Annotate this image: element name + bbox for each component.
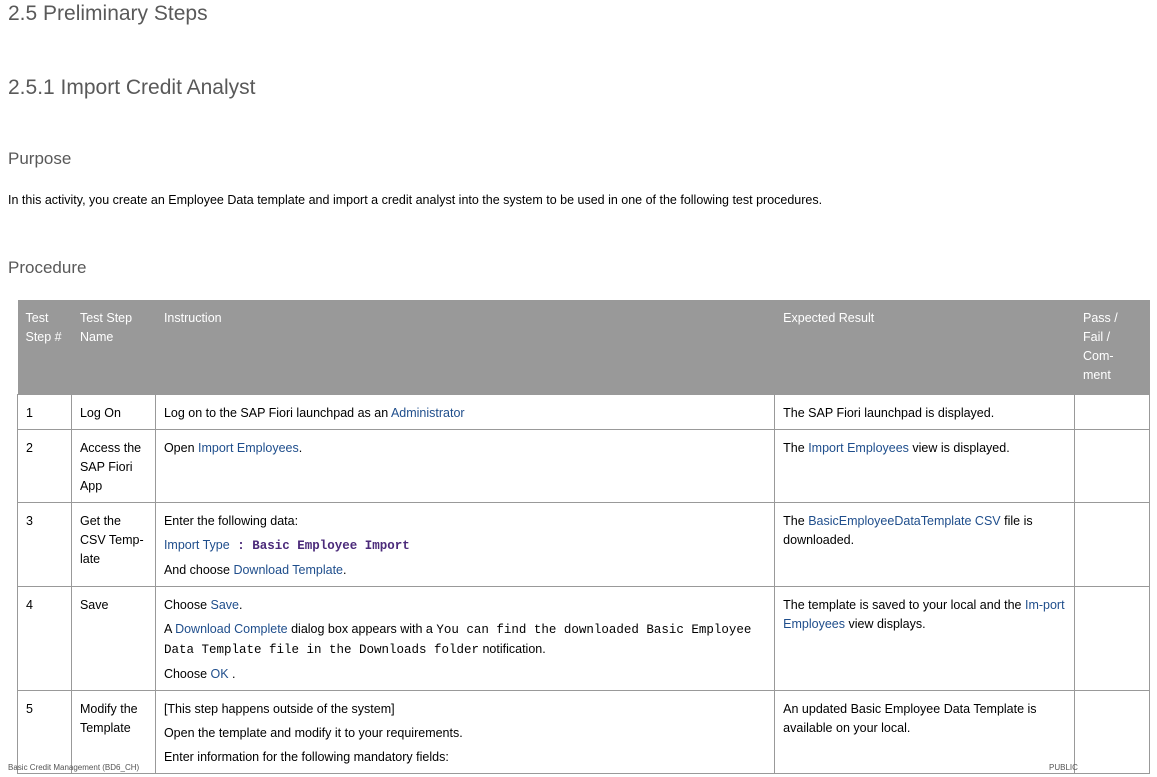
cell-name: Access the SAP Fiori App [71,430,155,503]
text-segment: . [299,441,302,455]
footer-doc-title: Basic Credit Management (BD6_CH) [8,763,139,772]
cell-expected: The BasicEmployeeDataTemplate CSV file i… [775,503,1075,587]
cell-comment [1075,691,1150,774]
header-step: Test Step # [18,300,72,395]
code-value: Basic Employee Import [252,539,410,553]
footer-classification: PUBLIC [1049,763,1078,772]
ui-element-reference: Import Employees [808,441,909,455]
text-line: Enter information for the following mand… [164,748,766,767]
subsection-heading: 2.5.1 Import Credit Analyst [8,76,255,100]
header-expected: Expected Result [775,300,1075,395]
text-segment: Choose [164,598,211,612]
cell-name: Save [71,587,155,691]
code-value: : [230,539,253,553]
text-line: The SAP Fiori launchpad is displayed. [783,404,1066,423]
cell-comment [1075,430,1150,503]
text-segment: Open [164,441,198,455]
cell-step: 5 [18,691,72,774]
cell-step: 1 [18,395,72,430]
text-segment: . [229,667,236,681]
text-segment: The [783,514,808,528]
procedure-table: Test Step # Test Step Name Instruction E… [17,300,1150,774]
text-line: An updated Basic Employee Data Template … [783,700,1066,738]
cell-instruction: Open Import Employees. [155,430,774,503]
text-line: [This step happens outside of the system… [164,700,766,719]
text-line: The template is saved to your local and … [783,596,1066,634]
text-line: Choose OK . [164,665,766,684]
ui-element-reference: Download Template [233,563,343,577]
table-row: 1Log On Log on to the SAP Fiori launchpad… [18,395,1150,430]
ui-element-reference: Import Employees [198,441,299,455]
text-segment: Open the template and modify it to your … [164,726,463,740]
table-row: 5Modify the Template [This step happens o… [18,691,1150,774]
header-name: Test Step Name [71,300,155,395]
header-instruction: Instruction [155,300,774,395]
text-line: Enter the following data: [164,512,766,531]
text-segment: . [343,563,346,577]
cell-name: Log On [71,395,155,430]
cell-comment [1075,503,1150,587]
text-segment: An updated Basic Employee Data Template … [783,702,1036,735]
header-comment: Pass / Fail / Com-ment [1075,300,1150,395]
cell-expected: The Import Employees view is displayed. [775,430,1075,503]
text-segment: Log on to the SAP Fiori launchpad as an [164,406,391,420]
cell-instruction: Enter the following data: Import Type : B… [155,503,774,587]
ui-element-reference: Save [211,598,240,612]
text-segment: The SAP Fiori launchpad is displayed. [783,406,994,420]
cell-instruction: Log on to the SAP Fiori launchpad as an … [155,395,774,430]
procedure-heading: Procedure [8,258,86,278]
text-segment: The [783,441,808,455]
ui-element-reference: Import Type [164,538,230,552]
text-line: A Download Complete dialog box appears w… [164,620,766,660]
cell-instruction: Choose Save. A Download Complete dialog b… [155,587,774,691]
cell-name: Modify the Template [71,691,155,774]
purpose-heading: Purpose [8,149,71,169]
cell-instruction: [This step happens outside of the system… [155,691,774,774]
ui-element-reference: Download Complete [175,622,288,636]
text-segment: A [164,622,175,636]
text-segment: And choose [164,563,234,577]
text-segment: . [239,598,242,612]
purpose-text: In this activity, you create an Employee… [8,193,822,207]
text-segment: Enter the following data: [164,514,298,528]
text-line: Import Type : Basic Employee Import [164,536,766,556]
text-segment: view displays. [845,617,926,631]
cell-expected: The template is saved to your local and … [775,587,1075,691]
text-line: And choose Download Template. [164,561,766,580]
cell-expected: The SAP Fiori launchpad is displayed. [775,395,1075,430]
text-segment: view is displayed. [909,441,1010,455]
text-segment: [This step happens outside of the system… [164,702,395,716]
table-header-row: Test Step # Test Step Name Instruction E… [18,300,1150,395]
section-heading: 2.5 Preliminary Steps [8,2,208,26]
ui-element-reference: Administrator [391,406,465,420]
ui-element-reference: BasicEmployeeDataTemplate CSV [808,514,1000,528]
text-line: Open the template and modify it to your … [164,724,766,743]
text-line: The BasicEmployeeDataTemplate CSV file i… [783,512,1066,550]
table-row: 2Access the SAP Fiori App Open Import Emp… [18,430,1150,503]
text-segment: The template is saved to your local and … [783,598,1025,612]
text-line: The Import Employees view is displayed. [783,439,1066,458]
cell-comment [1075,395,1150,430]
text-line: Choose Save. [164,596,766,615]
text-line: Log on to the SAP Fiori launchpad as an … [164,404,766,423]
text-segment: Choose [164,667,211,681]
cell-step: 3 [18,503,72,587]
ui-element-reference: OK [211,667,229,681]
text-segment: dialog box appears with a [288,622,437,636]
cell-step: 4 [18,587,72,691]
table-row: 4SaveChoose Save.A Download Complete dia… [18,587,1150,691]
cell-name: Get the CSV Temp-late [71,503,155,587]
text-segment: Enter information for the following mand… [164,750,449,764]
table-row: 3Get the CSV Temp-lateEnter the followin… [18,503,1150,587]
text-segment: notification. [479,642,546,656]
cell-expected: An updated Basic Employee Data Template … [775,691,1075,774]
text-line: Open Import Employees. [164,439,766,458]
cell-step: 2 [18,430,72,503]
cell-comment [1075,587,1150,691]
